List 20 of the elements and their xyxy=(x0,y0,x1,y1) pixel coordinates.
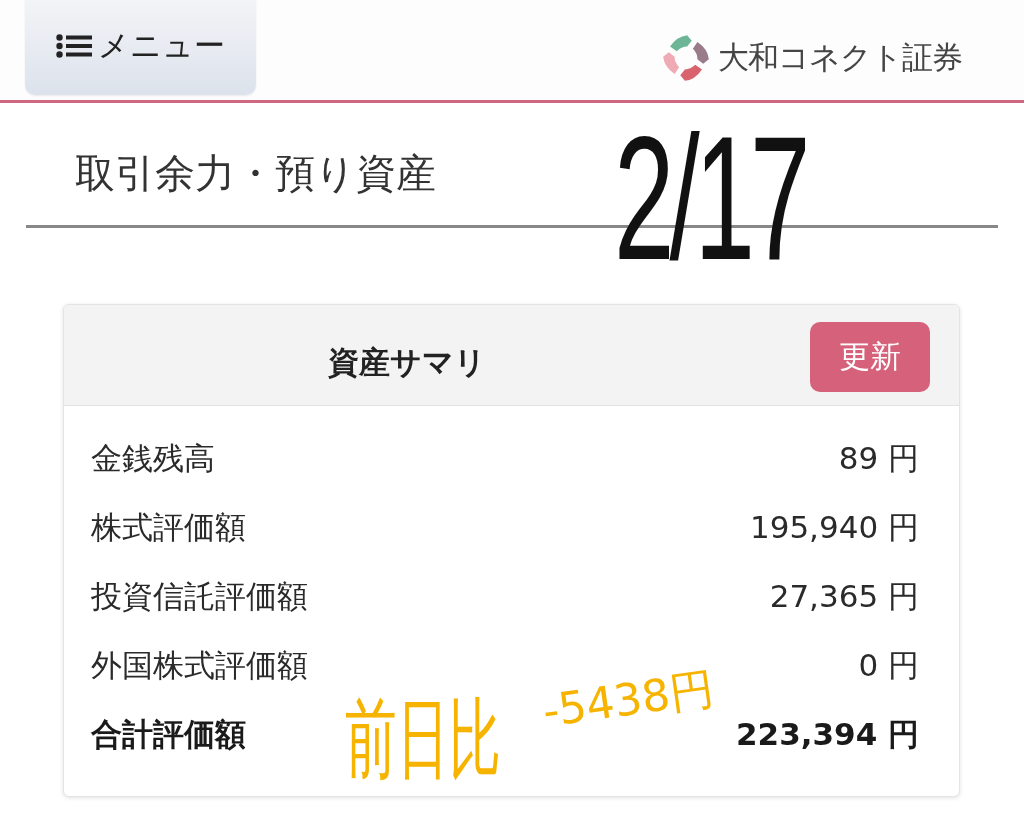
logo-icon xyxy=(662,34,710,82)
refresh-button[interactable]: 更新 xyxy=(810,322,930,392)
asset-value: 195,940 円 xyxy=(749,507,919,547)
asset-label: 株式評価額 xyxy=(91,507,246,547)
handwritten-date: 2/17 xyxy=(614,110,806,287)
asset-value: 0 円 xyxy=(858,645,919,685)
asset-label: 金銭残高 xyxy=(91,438,215,478)
handwritten-amount: -5438円 xyxy=(540,666,717,734)
list-icon xyxy=(56,33,92,58)
card-title: 資産サマリ xyxy=(328,343,486,382)
menu-button[interactable]: メニュー xyxy=(25,0,256,95)
asset-value: 89 円 xyxy=(838,438,919,478)
asset-label: 投資信託評価額 xyxy=(91,576,308,616)
page-title: 取引余力・預り資産 xyxy=(75,149,436,197)
asset-label: 外国株式評価額 xyxy=(91,645,308,685)
asset-value: 223,394 円 xyxy=(736,714,919,754)
handwritten-note: 前日比 xyxy=(345,694,501,783)
asset-value: 27,365 円 xyxy=(769,576,919,616)
brand-name: 大和コネクト証券 xyxy=(718,38,962,77)
asset-label: 合計評価額 xyxy=(91,714,246,754)
